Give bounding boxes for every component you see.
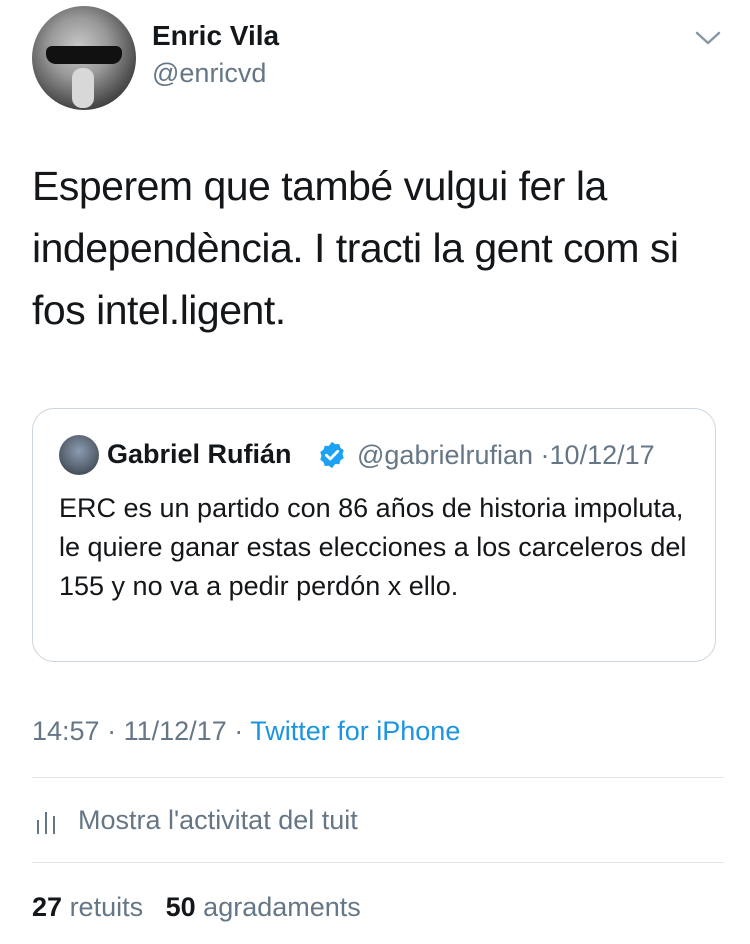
author-name[interactable]: Enric Vila xyxy=(152,20,279,52)
bar-chart-icon xyxy=(37,812,55,834)
likes-stat[interactable]: 50 agradaments xyxy=(166,892,361,922)
likes-count: 50 xyxy=(165,892,196,922)
author-avatar[interactable] xyxy=(32,6,136,110)
divider-bottom xyxy=(32,862,724,863)
quoted-separator: · xyxy=(540,440,550,470)
verified-badge-icon xyxy=(320,441,344,469)
chevron-down-icon[interactable] xyxy=(694,28,722,48)
meta-separator-1: · xyxy=(107,716,117,746)
avatar-hand xyxy=(72,68,94,108)
tweet-time: 14:57 xyxy=(32,716,100,746)
quoted-date: 10/12/17 xyxy=(549,440,655,470)
tweet-meta: 14:57 · 11/12/17 · Twitter for iPhone xyxy=(32,716,460,747)
tweet-date: 11/12/17 xyxy=(123,716,227,746)
quoted-author-avatar xyxy=(59,435,99,475)
quoted-tweet-card[interactable]: Gabriel Rufián @gabrielrufian ·10/12/17 … xyxy=(32,408,716,662)
retweets-stat[interactable]: 27 retuits xyxy=(32,892,143,922)
author-handle[interactable]: @enricvd xyxy=(152,58,266,89)
retweets-label: retuits xyxy=(69,892,144,922)
avatar-glasses xyxy=(46,46,122,64)
view-tweet-activity-link[interactable]: Mostra l'activitat del tuit xyxy=(78,805,358,836)
quoted-tweet-text: ERC es un partido con 86 años de histori… xyxy=(59,493,687,601)
tweet-text: Esperem que també vulgui fer la independ… xyxy=(32,163,679,333)
quoted-author-name: Gabriel Rufián xyxy=(107,439,292,469)
likes-label: agradaments xyxy=(203,892,361,922)
retweets-count: 27 xyxy=(32,892,63,922)
quoted-author-handle: @gabrielrufian xyxy=(357,440,534,470)
meta-separator-2: · xyxy=(234,716,244,746)
tweet-stats: 27 retuits 50 agradaments xyxy=(32,892,361,923)
tweet-source-link[interactable]: Twitter for iPhone xyxy=(250,716,460,746)
divider-top xyxy=(32,777,724,778)
quoted-meta: @gabrielrufian ·10/12/17 xyxy=(357,440,655,471)
